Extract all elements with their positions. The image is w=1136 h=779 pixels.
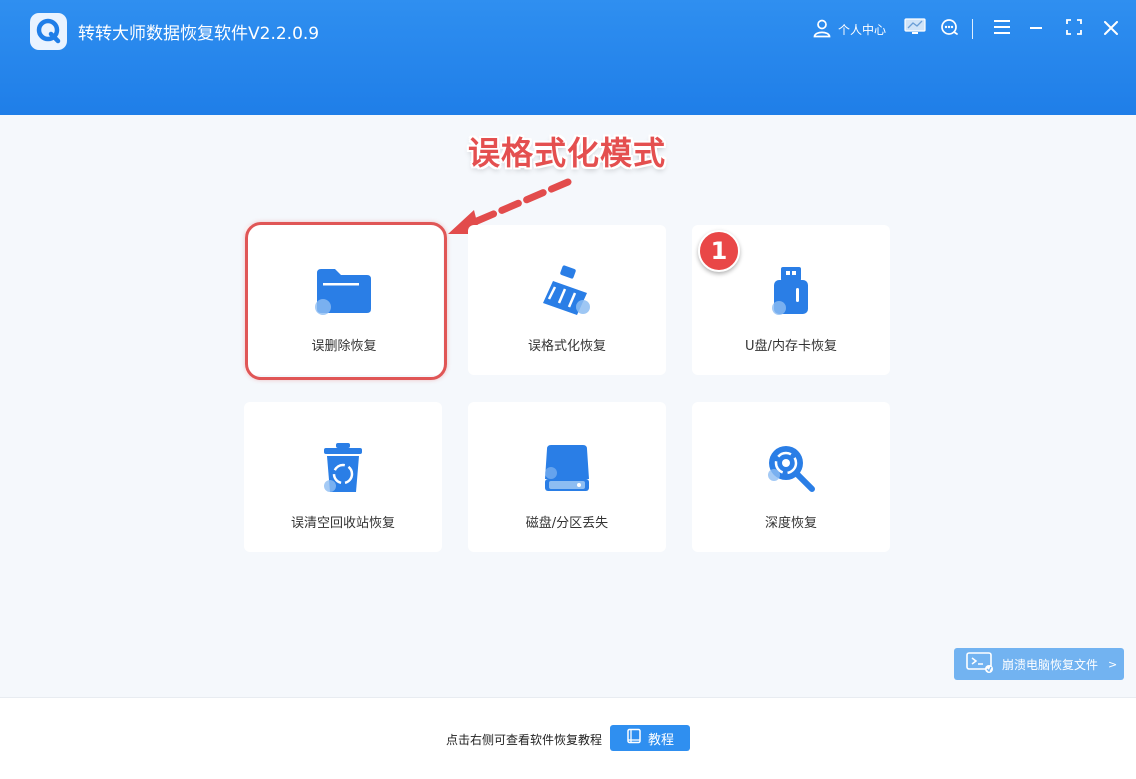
- user-center-button[interactable]: 个人中心: [812, 14, 892, 44]
- tutorial-button[interactable]: 教程: [610, 725, 690, 751]
- app-logo-icon: [30, 13, 67, 50]
- folder-icon: [314, 261, 374, 321]
- app-title: 转转大师数据恢复软件V2.2.0.9: [78, 24, 320, 44]
- mode-card-deleted-recovery[interactable]: 误删除恢复: [245, 225, 443, 375]
- close-button[interactable]: [1099, 14, 1123, 44]
- footer-bar: 点击右侧可查看软件恢复教程 教程: [0, 697, 1136, 779]
- mode-label: 深度恢复: [764, 516, 817, 531]
- maximize-button[interactable]: [1062, 14, 1086, 44]
- recycle-bin-icon: [313, 438, 373, 498]
- titlebar-divider: [972, 19, 973, 39]
- mode-label: 误清空回收站恢复: [290, 516, 395, 531]
- user-icon: [812, 18, 832, 41]
- mode-label: 误格式化恢复: [527, 339, 606, 354]
- minimize-icon: [1029, 20, 1043, 39]
- title-bar: 转转大师数据恢复软件V2.2.0.9 个人中心: [0, 0, 1136, 115]
- monitor-icon: [904, 18, 926, 40]
- headset-icon: [939, 17, 959, 41]
- close-icon: [1104, 20, 1118, 39]
- hamburger-icon: [993, 19, 1011, 39]
- crash-pc-recovery-button[interactable]: 崩溃电脑恢复文件 >: [954, 648, 1124, 680]
- book-icon: [626, 728, 642, 748]
- mode-card-format-recovery[interactable]: 误格式化恢复: [468, 225, 666, 375]
- minimize-button[interactable]: [1024, 14, 1048, 44]
- mode-card-deep-recovery[interactable]: 深度恢复: [692, 402, 890, 552]
- monitor-button[interactable]: [903, 14, 927, 44]
- user-center-label: 个人中心: [838, 22, 887, 37]
- fullscreen-icon: [1066, 19, 1082, 39]
- mode-label: 误删除恢复: [311, 339, 377, 354]
- support-button[interactable]: [937, 14, 961, 44]
- usb-drive-icon: [761, 261, 821, 321]
- step-number-badge: 1: [698, 230, 740, 272]
- tutorial-label: 教程: [647, 732, 674, 748]
- mode-label: U盘/内存卡恢复: [745, 339, 837, 354]
- broom-icon: [537, 261, 597, 321]
- crash-pc-recovery-label: 崩溃电脑恢复文件: [1002, 657, 1099, 672]
- monitor-restore-icon: [966, 651, 994, 677]
- tutorial-hint-text: 点击右侧可查看软件恢复教程: [446, 733, 603, 747]
- mode-card-partition-recovery[interactable]: 磁盘/分区丢失: [468, 402, 666, 552]
- hard-disk-icon: [537, 438, 597, 498]
- deep-scan-icon: [761, 438, 821, 498]
- chevron-right-icon: >: [1108, 657, 1118, 671]
- mode-label: 磁盘/分区丢失: [525, 516, 609, 531]
- mode-card-recycle-bin-recovery[interactable]: 误清空回收站恢复: [244, 402, 442, 552]
- annotation-callout-text: 误格式化模式: [468, 134, 667, 172]
- menu-button[interactable]: [990, 14, 1014, 44]
